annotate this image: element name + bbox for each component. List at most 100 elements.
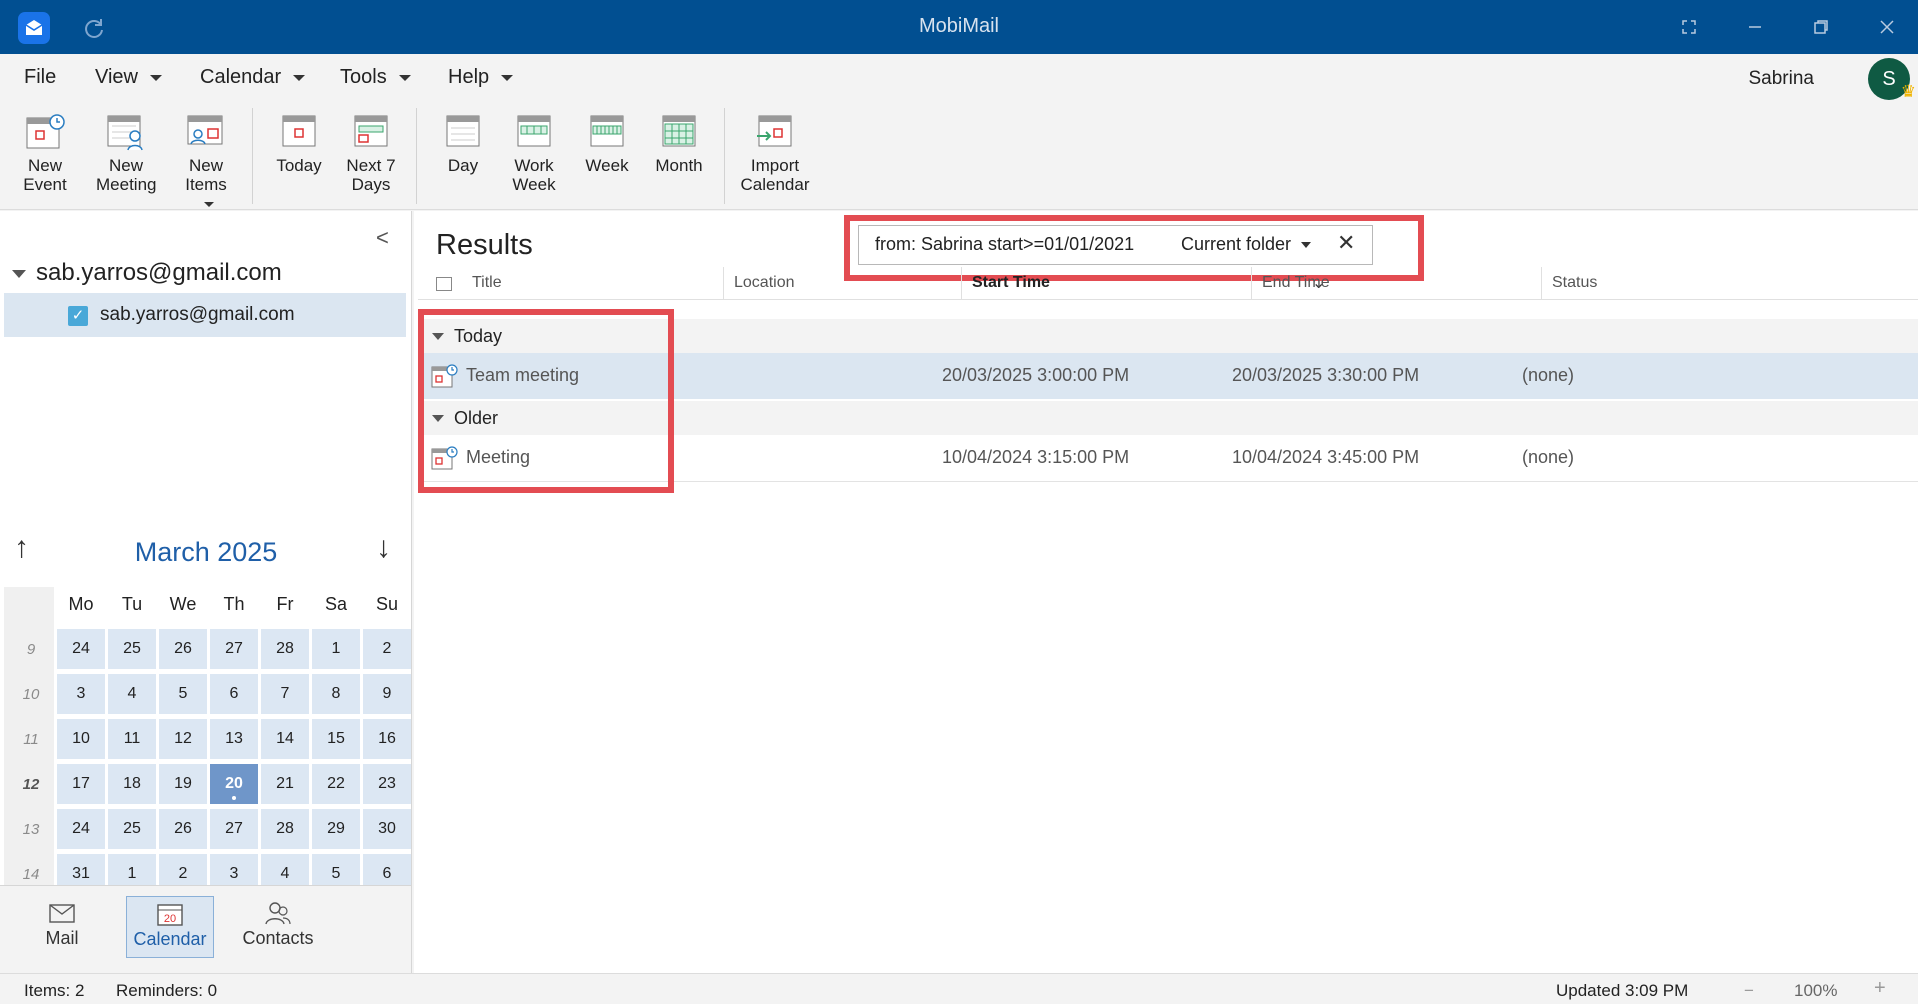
- nav-calendar-button[interactable]: 20 Calendar: [126, 896, 214, 958]
- calendar-day[interactable]: 5: [159, 674, 207, 714]
- calendar-day[interactable]: 27: [210, 809, 258, 849]
- menu-help[interactable]: Help: [448, 66, 514, 89]
- calendar-day[interactable]: 11: [108, 719, 156, 759]
- menu-view-label: View: [95, 66, 138, 88]
- calendar-day[interactable]: 29: [312, 809, 360, 849]
- menu-help-label: Help: [448, 66, 490, 88]
- expand-arrow-icon[interactable]: [12, 269, 26, 278]
- user-name[interactable]: Sabrina: [1749, 68, 1815, 90]
- calendar-day[interactable]: 24: [57, 809, 105, 849]
- zoom-out-button[interactable]: −: [1744, 981, 1754, 1001]
- import-calendar-button[interactable]: Import Calendar: [740, 112, 810, 194]
- week-number[interactable]: 14: [6, 866, 56, 883]
- menu-file[interactable]: File: [24, 66, 56, 89]
- calendar-day[interactable]: 30: [363, 809, 411, 849]
- new-event-button[interactable]: New Event: [20, 112, 70, 194]
- calendar-day[interactable]: 16: [363, 719, 411, 759]
- new-meeting-label-2: Meeting: [96, 175, 157, 194]
- calendar-day[interactable]: 22: [312, 764, 360, 804]
- calendar-folder-item[interactable]: ✓ sab.yarros@gmail.com: [4, 293, 406, 337]
- calendar-day[interactable]: 21: [261, 764, 309, 804]
- calendar-day[interactable]: 7: [261, 674, 309, 714]
- week-number[interactable]: 13: [6, 821, 56, 838]
- collapse-pane-button[interactable]: <: [376, 225, 389, 251]
- week-view-button[interactable]: Week: [582, 112, 632, 175]
- month-view-button[interactable]: Month: [650, 112, 708, 175]
- calendar-day[interactable]: 14: [261, 719, 309, 759]
- next-7-days-button[interactable]: Next 7 Days: [344, 112, 398, 194]
- calendar-day[interactable]: 25: [108, 629, 156, 669]
- calendar-day[interactable]: 15: [312, 719, 360, 759]
- fullscreen-icon[interactable]: [1674, 12, 1704, 42]
- menu-view[interactable]: View: [95, 66, 162, 89]
- work-week-view-button[interactable]: Work Week: [508, 112, 560, 194]
- column-header-start-time[interactable]: Start Time: [962, 267, 1252, 299]
- cell-start-time: 20/03/2025 3:00:00 PM: [942, 365, 1130, 385]
- nav-mail-button[interactable]: Mail: [18, 896, 106, 958]
- new-items-button[interactable]: New Items: [178, 112, 234, 213]
- calendar-day[interactable]: 17: [57, 764, 105, 804]
- nav-contacts-label: Contacts: [242, 928, 314, 948]
- next-month-arrow-icon[interactable]: ↓: [376, 531, 391, 565]
- calendar-day[interactable]: 10: [57, 719, 105, 759]
- next-7-days-label-1: Next 7: [346, 156, 396, 175]
- folder-pane: < sab.yarros@gmail.com ✓ sab.yarros@gmai…: [0, 211, 412, 973]
- new-items-label-1: New: [188, 156, 223, 175]
- calendar-day[interactable]: 26: [159, 809, 207, 849]
- menu-calendar[interactable]: Calendar: [200, 66, 306, 89]
- calendar-day[interactable]: 8: [312, 674, 360, 714]
- day-of-week-header: Tu: [121, 594, 143, 614]
- close-icon[interactable]: [1872, 12, 1902, 42]
- cell-start-time: 10/04/2024 3:15:00 PM: [942, 447, 1130, 467]
- restore-icon[interactable]: [1806, 12, 1836, 42]
- calendar-day[interactable]: 9: [363, 674, 411, 714]
- calendar-day[interactable]: 28: [261, 629, 309, 669]
- account-node[interactable]: sab.yarros@gmail.com: [12, 259, 282, 287]
- day-of-week-header: Su: [375, 594, 399, 614]
- calendar-day[interactable]: 20: [210, 764, 258, 804]
- week-number[interactable]: 10: [6, 686, 56, 703]
- calendar-day[interactable]: 3: [57, 674, 105, 714]
- calendar-day[interactable]: 4: [108, 674, 156, 714]
- today-button[interactable]: Today: [274, 112, 324, 175]
- new-meeting-label-1: New: [108, 156, 143, 175]
- calendar-day[interactable]: 18: [108, 764, 156, 804]
- menu-tools[interactable]: Tools: [340, 66, 411, 89]
- column-header-status[interactable]: Status: [1542, 267, 1918, 299]
- nav-contacts-button[interactable]: Contacts: [234, 896, 322, 958]
- calendar-day[interactable]: 19: [159, 764, 207, 804]
- column-header-location[interactable]: Location: [724, 267, 962, 299]
- avatar[interactable]: S ♛: [1868, 58, 1916, 101]
- week-number[interactable]: 12: [6, 776, 56, 793]
- day-view-button[interactable]: Day: [440, 112, 486, 175]
- calendar-day[interactable]: 13: [210, 719, 258, 759]
- svg-text:20: 20: [164, 913, 176, 925]
- calendar-day[interactable]: 28: [261, 809, 309, 849]
- calendar-day[interactable]: 26: [159, 629, 207, 669]
- select-all-checkbox[interactable]: [436, 277, 452, 291]
- import-calendar-icon: [757, 115, 792, 147]
- new-items-icon: [187, 115, 223, 145]
- menu-tools-label: Tools: [340, 66, 387, 88]
- week-number[interactable]: 11: [6, 731, 56, 748]
- today-label: Today: [276, 156, 322, 175]
- new-meeting-button[interactable]: New Meeting: [96, 112, 156, 194]
- calendar-day[interactable]: 1: [312, 629, 360, 669]
- calendar-day[interactable]: 2: [363, 629, 411, 669]
- calendar-day[interactable]: 12: [159, 719, 207, 759]
- week-number[interactable]: 9: [6, 641, 56, 658]
- item-count: Items: 2: [24, 981, 85, 1000]
- calendar-day[interactable]: 24: [57, 629, 105, 669]
- calendar-day[interactable]: 6: [210, 674, 258, 714]
- minimize-icon[interactable]: [1740, 12, 1770, 42]
- mini-calendar-title[interactable]: March 2025: [0, 537, 412, 568]
- zoom-in-button[interactable]: +: [1874, 977, 1886, 1000]
- column-header-title[interactable]: Title: [462, 267, 724, 299]
- column-header-end-time[interactable]: End Time: [1252, 267, 1542, 299]
- calendar-day[interactable]: 27: [210, 629, 258, 669]
- calendar-day[interactable]: 23: [363, 764, 411, 804]
- checkbox-checked-icon[interactable]: ✓: [68, 306, 88, 326]
- chevron-down-icon: [204, 202, 214, 208]
- calendar-day[interactable]: 25: [108, 809, 156, 849]
- day-view-icon: [446, 115, 480, 147]
